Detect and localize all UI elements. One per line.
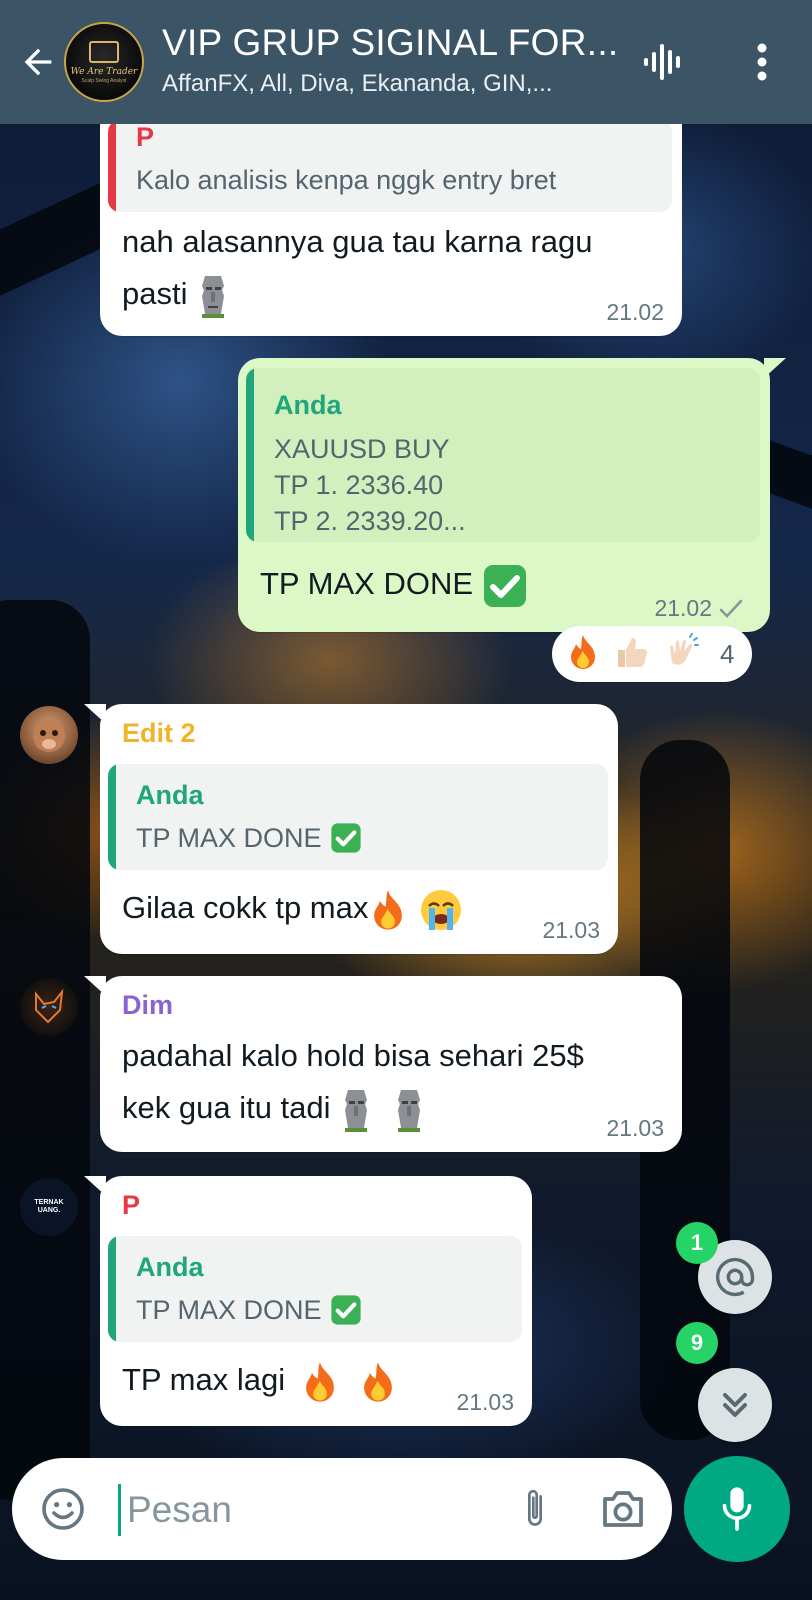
message-text-content: TP MAX DONE: [260, 566, 474, 601]
message-meta: 21.02: [654, 595, 744, 622]
chat-members: AffanFX, All, Diva, Ekananda, GIN,...: [162, 70, 553, 97]
camera-icon: [603, 1491, 643, 1527]
message-text-line: kek gua itu tadi: [122, 1090, 331, 1125]
message-input[interactable]: [118, 1484, 478, 1536]
message-composer: [12, 1458, 672, 1560]
message-time: 21.03: [456, 1389, 514, 1415]
check-mark-button-emoji-icon: [483, 564, 526, 607]
emoji-button[interactable]: [36, 1482, 90, 1536]
quote-text-row: TP MAX DONE: [136, 1294, 362, 1326]
quoted-message[interactable]: P Kalo analisis kenpa nggk entry bret: [108, 120, 672, 212]
arrow-left-icon: [24, 48, 52, 76]
check-mark-button-emoji-icon: [330, 1295, 361, 1325]
message-reactions[interactable]: 4: [552, 626, 752, 682]
moai-emoji-icon: [397, 1089, 420, 1132]
more-options-button[interactable]: [738, 38, 786, 86]
message-bubble-outgoing[interactable]: Anda XAUUSD BUY TP 1. 2336.40 TP 2. 2339…: [238, 358, 786, 632]
message-text: TP MAX DONE: [260, 558, 528, 610]
quote-bar: [108, 120, 116, 212]
quote-bar: [108, 1236, 116, 1342]
moai-emoji-icon: [345, 1089, 368, 1132]
quote-bar: [108, 764, 116, 870]
sender-name[interactable]: Edit 2: [122, 718, 196, 749]
message-text-line: pasti: [122, 276, 188, 311]
message-bubble-incoming[interactable]: Dim padahal kalo hold bisa sehari 25$ ke…: [84, 976, 682, 1152]
message-text: nah alasannya gua tau karna ragu pasti: [122, 216, 593, 320]
voice-chat-icon: [644, 44, 680, 80]
microphone-icon: [722, 1487, 752, 1531]
message-bubble-incoming[interactable]: P Anda TP MAX DONE TP max lagi 21.03: [84, 1176, 532, 1426]
unread-badge: 9: [676, 1322, 718, 1364]
message-text: padahal kalo hold bisa sehari 25$ kek gu…: [122, 1030, 584, 1134]
reaction-count: 4: [720, 638, 735, 669]
chat-title: VIP GRUP SIGINAL FOR...: [162, 22, 619, 63]
message-time: 21.03: [606, 1115, 664, 1141]
check-mark-button-emoji-icon: [330, 823, 361, 853]
quoted-message[interactable]: Anda TP MAX DONE: [108, 764, 608, 870]
camera-button[interactable]: [596, 1482, 650, 1536]
quote-author: Anda: [136, 780, 204, 810]
thumbs-up-emoji-icon: [614, 634, 650, 675]
sender-name[interactable]: Dim: [122, 990, 173, 1021]
moai-emoji-icon: [202, 275, 225, 318]
quote-bar: [246, 368, 254, 542]
message-text-content: TP max lagi: [122, 1362, 286, 1397]
member-avatar-edit2[interactable]: [20, 706, 78, 764]
monkey-avatar-icon: [33, 720, 65, 752]
group-avatar[interactable]: We Are Trader Scalp Swing Analyst: [64, 22, 144, 102]
paperclip-icon: [528, 1489, 542, 1526]
quote-author: Anda: [136, 1252, 204, 1282]
chat-title-block[interactable]: VIP GRUP SIGINAL FOR... AffanFX, All, Di…: [162, 22, 622, 98]
message-text: Gilaa cokk tp max: [122, 882, 465, 934]
quoted-message[interactable]: Anda XAUUSD BUY TP 1. 2336.40 TP 2. 2339…: [246, 368, 760, 542]
message-time: 21.03: [542, 917, 600, 943]
message-time: 21.02: [654, 595, 712, 621]
attach-button[interactable]: [508, 1482, 562, 1536]
quoted-message[interactable]: Anda TP MAX DONE: [108, 1236, 522, 1342]
more-vertical-icon: [757, 43, 767, 81]
fire-emoji-icon: [374, 890, 403, 930]
member-avatar-text: TERNAK UANG.: [34, 1199, 64, 1214]
double-chevron-down-icon: [723, 1393, 747, 1417]
fire-emoji-icon: [566, 633, 600, 676]
fire-emoji-icon: [364, 1362, 393, 1402]
message-bubble-incoming[interactable]: Edit 2 Anda TP MAX DONE Gilaa cokk tp ma…: [84, 704, 618, 954]
quote-text: Kalo analisis kenpa nggk entry bret: [136, 165, 557, 195]
mentions-badge: 1: [676, 1222, 718, 1264]
quote-text-row: TP MAX DONE: [136, 822, 362, 854]
clapping-hands-emoji-icon: [664, 632, 702, 676]
voice-chat-button[interactable]: [640, 38, 688, 86]
quote-author: P: [136, 122, 155, 152]
scroll-to-bottom-button[interactable]: [698, 1368, 772, 1442]
message-text: TP max lagi: [122, 1354, 398, 1406]
sender-name[interactable]: P: [122, 1190, 140, 1221]
chat-header: We Are Trader Scalp Swing Analyst VIP GR…: [0, 0, 812, 124]
smiley-icon: [42, 1488, 84, 1530]
fire-emoji-icon: [305, 1362, 334, 1402]
avatar-logo-text: We Are Trader: [70, 66, 138, 77]
laptop-logo-icon: [89, 40, 119, 63]
message-text-line: nah alasannya gua tau karna ragu: [122, 224, 593, 259]
quote-text: TP 2. 2339.20...: [274, 506, 466, 536]
fox-neon-avatar-icon: [35, 988, 64, 1024]
quote-text: TP 1. 2336.40: [274, 470, 444, 500]
at-sign-icon: [715, 1257, 755, 1297]
message-text-line: padahal kalo hold bisa sehari 25$: [122, 1038, 584, 1073]
avatar-logo-subtext: Scalp Swing Analyst: [81, 77, 127, 84]
member-avatar-p[interactable]: TERNAK UANG.: [20, 1178, 78, 1236]
quote-text: TP MAX DONE: [136, 822, 322, 853]
quote-text: XAUUSD BUY: [274, 434, 450, 464]
message-text-content: Gilaa cokk tp max: [122, 890, 369, 925]
single-check-icon: [719, 599, 743, 618]
quote-text: TP MAX DONE: [136, 1294, 322, 1325]
message-bubble-incoming[interactable]: P Kalo analisis kenpa nggk entry bret na…: [100, 104, 682, 336]
quote-author: Anda: [274, 390, 342, 420]
member-avatar-dim[interactable]: [20, 978, 78, 1036]
back-button[interactable]: [14, 38, 62, 86]
voice-record-button[interactable]: [684, 1456, 790, 1562]
loudly-crying-face-emoji-icon: [421, 889, 461, 930]
message-time: 21.02: [606, 299, 664, 325]
